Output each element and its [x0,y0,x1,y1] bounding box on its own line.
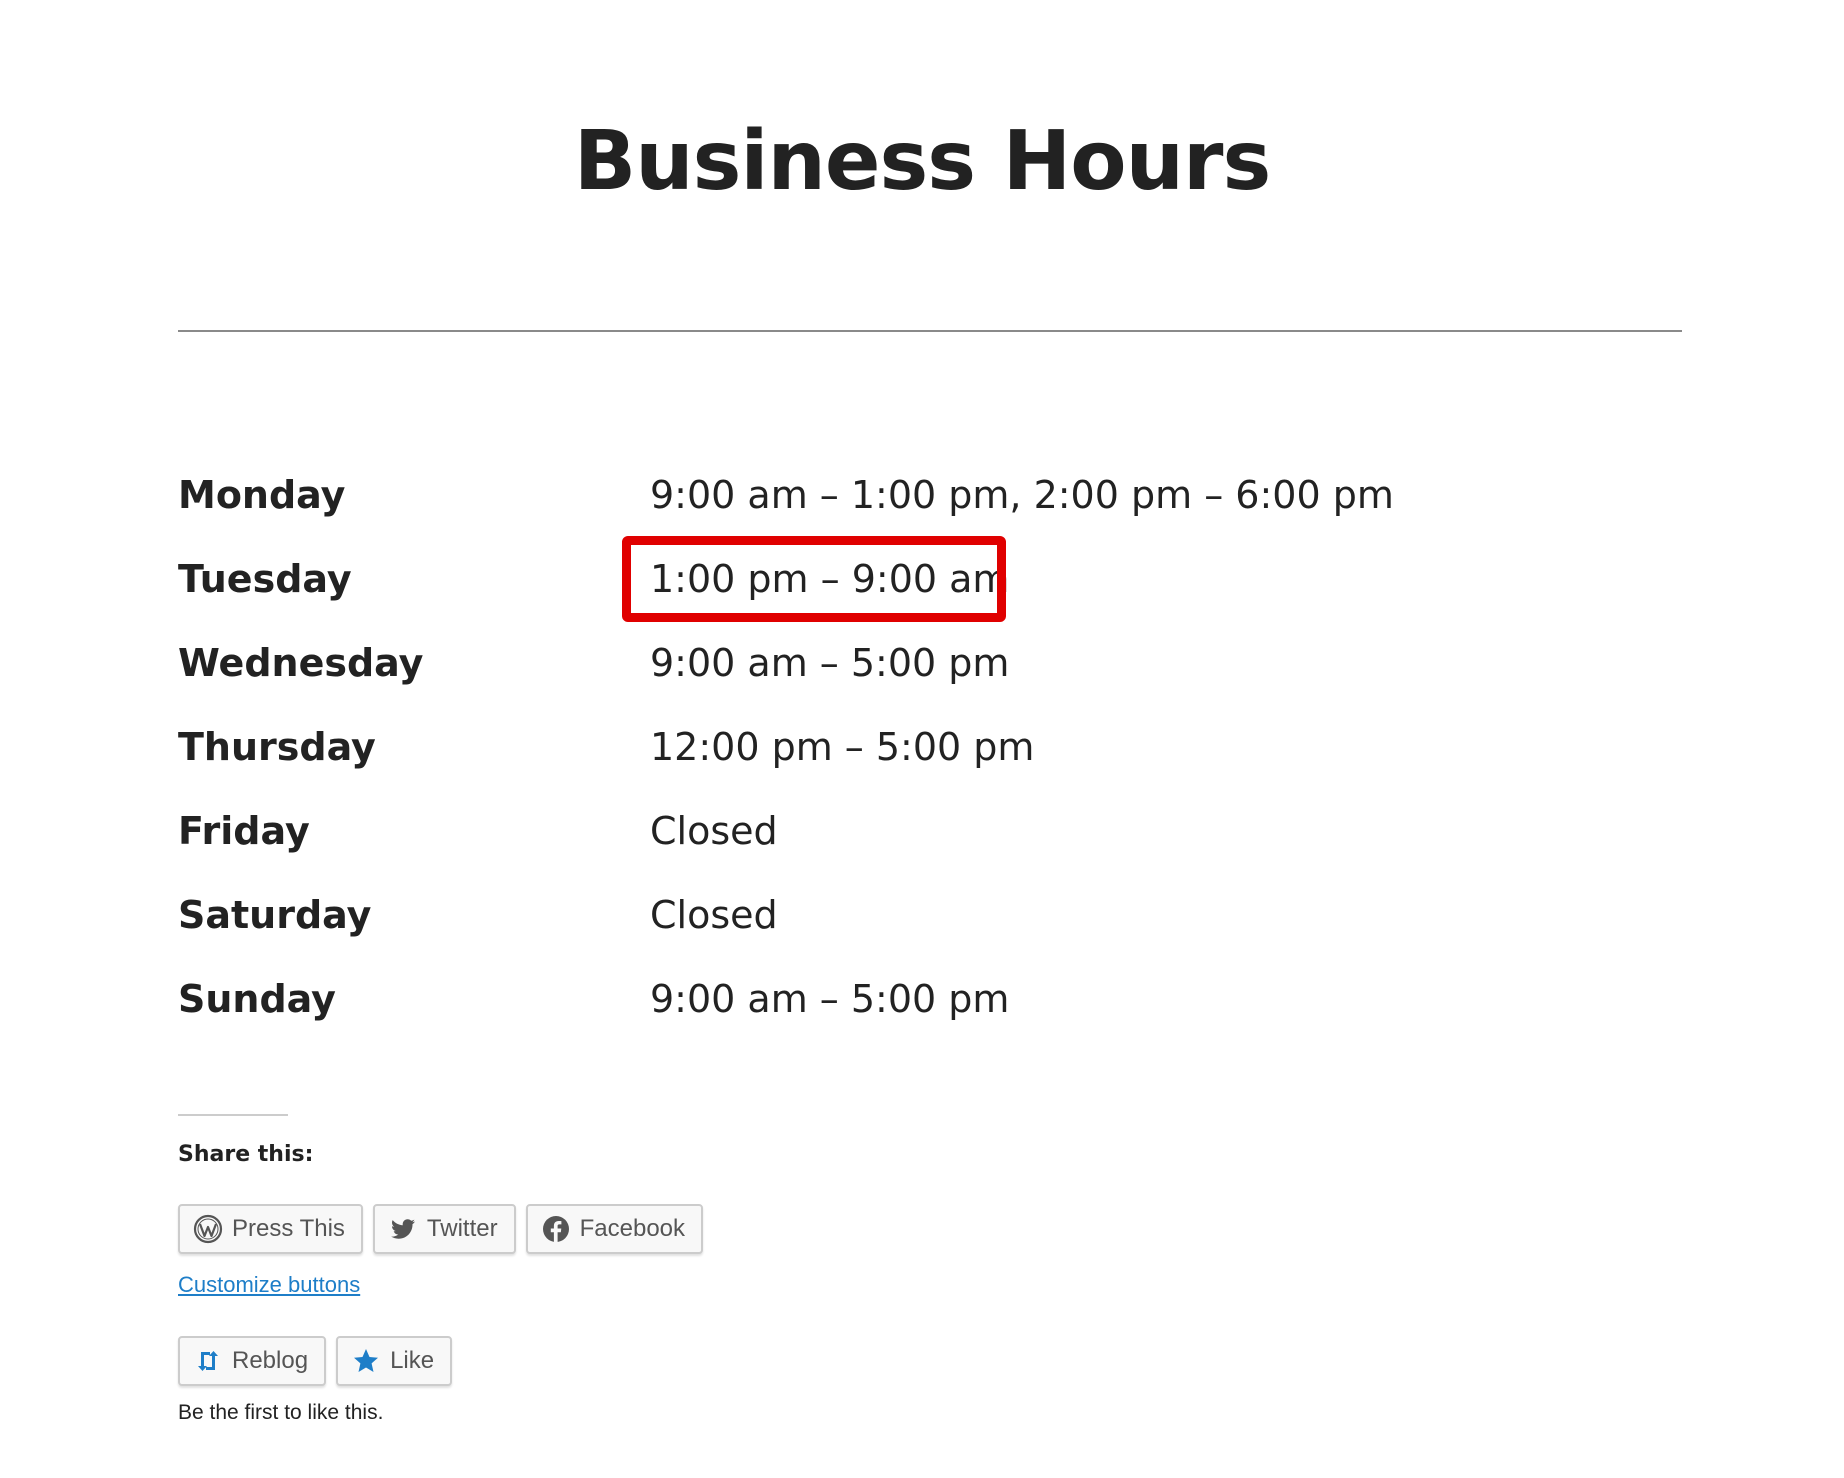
day-label: Tuesday [178,557,352,601]
customize-buttons-link[interactable]: Customize buttons [178,1270,360,1300]
share-divider [178,1114,288,1116]
hours-value: Closed [650,893,778,937]
hours-row-wednesday: Wednesday 9:00 am – 5:00 pm [178,628,1682,712]
twitter-icon [387,1213,419,1245]
day-label: Sunday [178,977,336,1021]
hours-value: 12:00 pm – 5:00 pm [650,725,1035,769]
day-label: Wednesday [178,641,424,685]
share-heading: Share this: [178,1142,314,1167]
hours-row-friday: Friday Closed [178,796,1682,880]
hours-value: 9:00 am – 1:00 pm, 2:00 pm – 6:00 pm [650,473,1394,517]
reblog-icon [192,1345,224,1377]
day-label: Friday [178,809,310,853]
share-buttons: Press This Twitter Facebook [178,1204,704,1254]
facebook-label: Facebook [579,1215,686,1242]
hours-row-saturday: Saturday Closed [178,880,1682,964]
hours-value: 9:00 am – 5:00 pm [650,641,1010,685]
day-label: Monday [178,473,346,517]
likes-text: Be the first to like this. [178,1401,384,1424]
page-title: Business Hours [573,114,1272,209]
like-label: Like [390,1347,435,1374]
hours-value: 9:00 am – 5:00 pm [650,977,1010,1021]
hours-row-sunday: Sunday 9:00 am – 5:00 pm [178,964,1682,1048]
press-this-button[interactable]: Press This [178,1204,363,1254]
hours-row-monday: Monday 9:00 am – 1:00 pm, 2:00 pm – 6:00… [178,460,1682,544]
press-this-label: Press This [232,1215,345,1242]
facebook-button[interactable]: Facebook [525,1204,704,1254]
twitter-label: Twitter [426,1215,498,1242]
star-icon [350,1345,382,1377]
action-buttons: Reblog Like [178,1336,453,1386]
title-divider [178,330,1682,332]
wordpress-icon [192,1213,224,1245]
like-button[interactable]: Like [336,1336,453,1386]
hours-value: Closed [650,809,778,853]
hours-row-thursday: Thursday 12:00 pm – 5:00 pm [178,712,1682,796]
twitter-button[interactable]: Twitter [372,1204,516,1254]
reblog-label: Reblog [232,1347,309,1374]
facebook-icon [540,1213,572,1245]
day-label: Saturday [178,893,372,937]
reblog-button[interactable]: Reblog [178,1336,327,1386]
day-label: Thursday [178,725,376,769]
highlight-box [622,536,1006,622]
